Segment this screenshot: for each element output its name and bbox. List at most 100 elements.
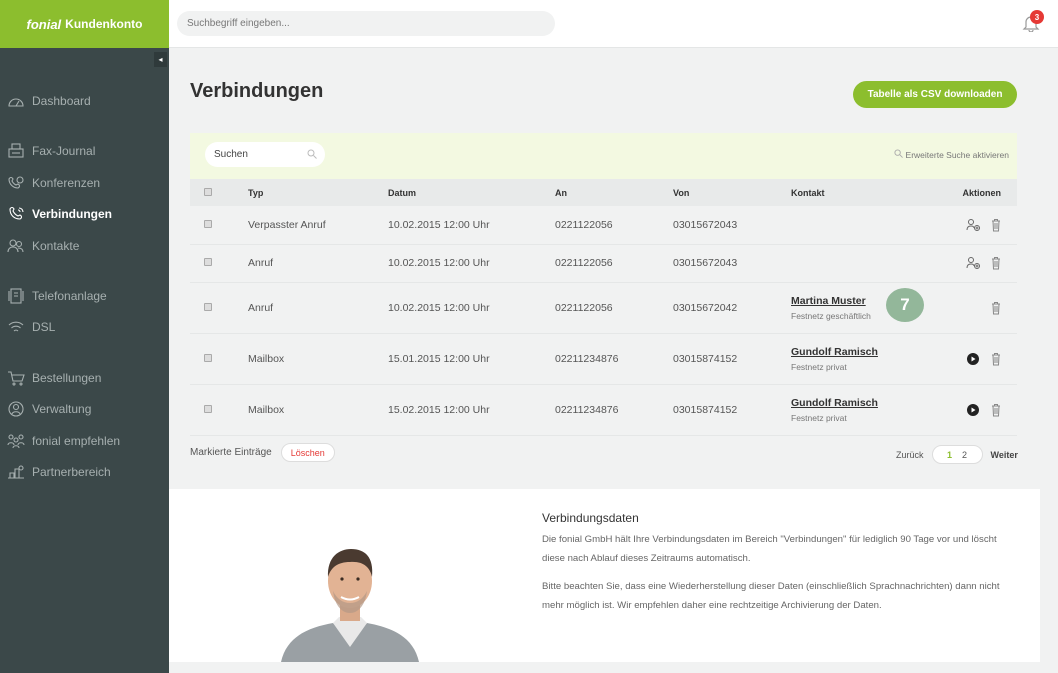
row-checkbox[interactable] [204, 353, 212, 362]
global-search-input[interactable] [177, 11, 555, 36]
cell-actions [921, 384, 1017, 436]
phone-icon [6, 206, 26, 222]
pagination-page[interactable]: 1 [947, 450, 952, 460]
brand-header[interactable]: fonial Kundenkonto [0, 0, 169, 48]
sidebar-item-label: Konferenzen [32, 176, 101, 190]
sidebar-item-verbindungen[interactable]: Verbindungen [6, 204, 112, 224]
cell-typ: Verpasster Anruf [248, 206, 388, 245]
contact-link[interactable]: Gundolf Ramisch [791, 397, 921, 409]
cell-kontakt: Gundolf Ramisch Festnetz privat [791, 333, 921, 385]
cell-datum: 15.02.2015 12:00 Uhr [388, 384, 555, 436]
cell-von: 03015672043 [673, 206, 791, 245]
cell-an: 0221122056 [555, 282, 673, 334]
brand-logo: fonial [26, 16, 62, 32]
search-icon [307, 149, 317, 162]
column-header-an[interactable]: An [555, 179, 673, 206]
cell-von: 03015874152 [673, 384, 791, 436]
pagination-prev[interactable]: Zurück [896, 450, 924, 460]
pbx-icon [6, 288, 26, 304]
sidebar-item-konferenzen[interactable]: Konferenzen [6, 173, 100, 193]
sidebar-item-dsl[interactable]: DSL [6, 317, 55, 337]
cell-kontakt [791, 244, 921, 283]
column-header-von[interactable]: Von [673, 179, 791, 206]
column-header-kontakt[interactable]: Kontakt [791, 179, 921, 206]
sidebar-collapse-button[interactable]: ◂ [154, 52, 167, 67]
play-icon[interactable] [966, 403, 980, 417]
trash-icon[interactable] [989, 403, 1003, 417]
pagination-next[interactable]: Weiter [991, 450, 1018, 460]
play-icon[interactable] [966, 352, 980, 366]
cell-actions [921, 282, 1017, 334]
cell-actions [921, 206, 1017, 245]
column-header-datum[interactable]: Datum [388, 179, 555, 206]
cell-datum: 10.02.2015 12:00 Uhr [388, 282, 555, 334]
table-row: Verpasster Anruf 10.02.2015 12:00 Uhr 02… [190, 206, 1017, 245]
info-panel: Verbindungsdaten Die fonial GmbH hält Ih… [169, 489, 1040, 662]
table-search-input[interactable]: Suchen [205, 142, 325, 167]
sidebar-item-kontakte[interactable]: Kontakte [6, 236, 79, 256]
cell-actions [921, 333, 1017, 385]
fax-icon [6, 143, 26, 159]
add-contact-icon[interactable] [966, 256, 981, 270]
row-checkbox[interactable] [204, 219, 212, 228]
pagination: Zurück 1 2 Weiter [896, 445, 1018, 464]
sidebar-item-label: Verwaltung [32, 402, 92, 416]
partner-icon [6, 464, 26, 480]
add-contact-icon[interactable] [966, 218, 981, 232]
cell-von: 03015672043 [673, 244, 791, 283]
cell-kontakt: Gundolf Ramisch Festnetz privat [791, 384, 921, 436]
contacts-icon [6, 238, 26, 254]
cell-datum: 15.01.2015 12:00 Uhr [388, 333, 555, 385]
sidebar-item-fax-journal[interactable]: Fax-Journal [6, 141, 95, 161]
info-paragraph: Bitte beachten Sie, dass eine Wiederhers… [542, 581, 1000, 611]
sidebar-item-dashboard[interactable]: Dashboard [6, 91, 91, 111]
conference-icon [6, 175, 26, 191]
contact-type: Festnetz privat [791, 361, 847, 372]
trash-icon[interactable] [989, 256, 1003, 270]
table-row: Mailbox 15.01.2015 12:00 Uhr 02211234876… [190, 333, 1017, 385]
cell-typ: Anruf [248, 244, 388, 283]
pagination-page[interactable]: 2 [962, 450, 967, 460]
cell-kontakt [791, 206, 921, 245]
sidebar-item-partnerbereich[interactable]: Partnerbereich [6, 462, 111, 482]
sidebar-item-label: DSL [32, 320, 56, 334]
cart-icon [6, 370, 26, 386]
sidebar-item-fonial-empfehlen[interactable]: fonial empfehlen [6, 431, 120, 451]
column-header-typ[interactable]: Typ [248, 179, 388, 206]
delete-button[interactable]: Löschen [280, 443, 335, 462]
column-header-aktionen: Aktionen [962, 187, 1001, 198]
wifi-icon [6, 319, 26, 335]
advanced-search-link[interactable]: Erweiterte Suche aktivieren [893, 149, 1009, 160]
sidebar-item-label: Verbindungen [32, 207, 113, 221]
sidebar-item-label: Kontakte [32, 239, 80, 253]
cell-typ: Mailbox [248, 333, 388, 385]
table-row: Anruf 10.02.2015 12:00 Uhr 0221122056 03… [190, 244, 1017, 283]
cell-datum: 10.02.2015 12:00 Uhr [388, 244, 555, 283]
row-checkbox[interactable] [204, 302, 212, 311]
csv-download-button[interactable]: Tabelle als CSV downloaden [853, 81, 1017, 108]
cell-von: 03015672042 [673, 282, 791, 334]
sidebar-item-label: fonial empfehlen [32, 434, 121, 448]
row-checkbox[interactable] [204, 404, 212, 413]
step-number-badge: 7 [886, 288, 924, 322]
sidebar-item-label: Fax-Journal [32, 144, 96, 158]
sidebar-item-label: Telefonanlage [32, 289, 107, 303]
table-row: Mailbox 15.02.2015 12:00 Uhr 02211234876… [190, 384, 1017, 436]
bulk-actions-label: Markierte Einträge [190, 447, 272, 458]
trash-icon[interactable] [989, 218, 1003, 232]
cell-datum: 10.02.2015 12:00 Uhr [388, 206, 555, 245]
filter-bar: Suchen Erweiterte Suche aktivieren [190, 133, 1017, 179]
brand-name: Kundenkonto [65, 17, 143, 31]
trash-icon[interactable] [989, 301, 1003, 315]
page-title: Verbindungen [190, 80, 324, 102]
sidebar-item-telefonanlage[interactable]: Telefonanlage [6, 286, 107, 306]
row-checkbox[interactable] [204, 258, 212, 266]
select-all-checkbox[interactable] [204, 187, 212, 196]
contact-link[interactable]: Gundolf Ramisch [791, 346, 921, 358]
person-photo [281, 549, 419, 662]
table-header-row: Typ Datum An Von Kontakt Aktionen [190, 179, 1017, 206]
sidebar-item-bestellungen[interactable]: Bestellungen [6, 368, 101, 388]
advanced-search-label: Erweiterte Suche aktivieren [905, 149, 1009, 160]
trash-icon[interactable] [989, 352, 1003, 366]
sidebar-item-verwaltung[interactable]: Verwaltung [6, 399, 91, 419]
